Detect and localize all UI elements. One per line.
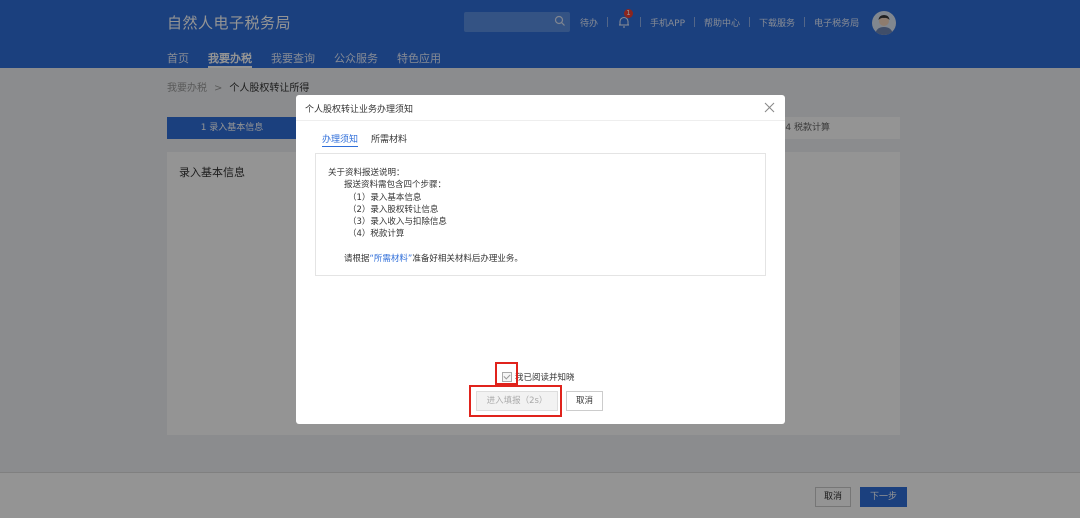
materials-link[interactable]: “所需材料” [370,254,413,264]
modal-title: 个人股权转让业务办理须知 [305,105,414,115]
agree-label[interactable]: 我已阅读并知晓 [515,371,575,383]
notice-footer-suffix: 准备好相关材料后办理业务。 [412,254,523,264]
tab-required-materials[interactable]: 所需材料 [371,132,407,148]
notice-step-2: （2）录入股权转让信息 [348,205,439,215]
notice-footer-prefix: 请根据 [344,254,370,264]
notice-footer: 请根据“所需材料”准备好相关材料后办理业务。 [344,252,523,264]
button-highlight-box [469,385,562,417]
modal-cancel-button[interactable]: 取消 [566,391,603,411]
modal-header: 个人股权转让业务办理须知 [296,95,785,121]
notice-content: 关于资料报送说明： 报送资料需包含四个步骤： （1）录入基本信息 （2）录入股权… [315,153,766,276]
notice-heading: 关于资料报送说明： [328,168,405,178]
checkbox-highlight-box [495,362,518,385]
notice-step-4: （4）税款计算 [348,229,405,239]
notice-modal: 个人股权转让业务办理须知 办理须知 所需材料 关于资料报送说明： 报送资料需包含… [296,95,785,424]
notice-subheading: 报送资料需包含四个步骤： [344,180,447,190]
close-icon[interactable] [764,102,775,113]
notice-step-3: （3）录入收入与扣除信息 [348,217,447,227]
tab-instructions[interactable]: 办理须知 [322,132,359,148]
notice-step-1: （1）录入基本信息 [348,193,422,203]
modal-tabs: 办理须知 所需材料 [322,132,420,148]
